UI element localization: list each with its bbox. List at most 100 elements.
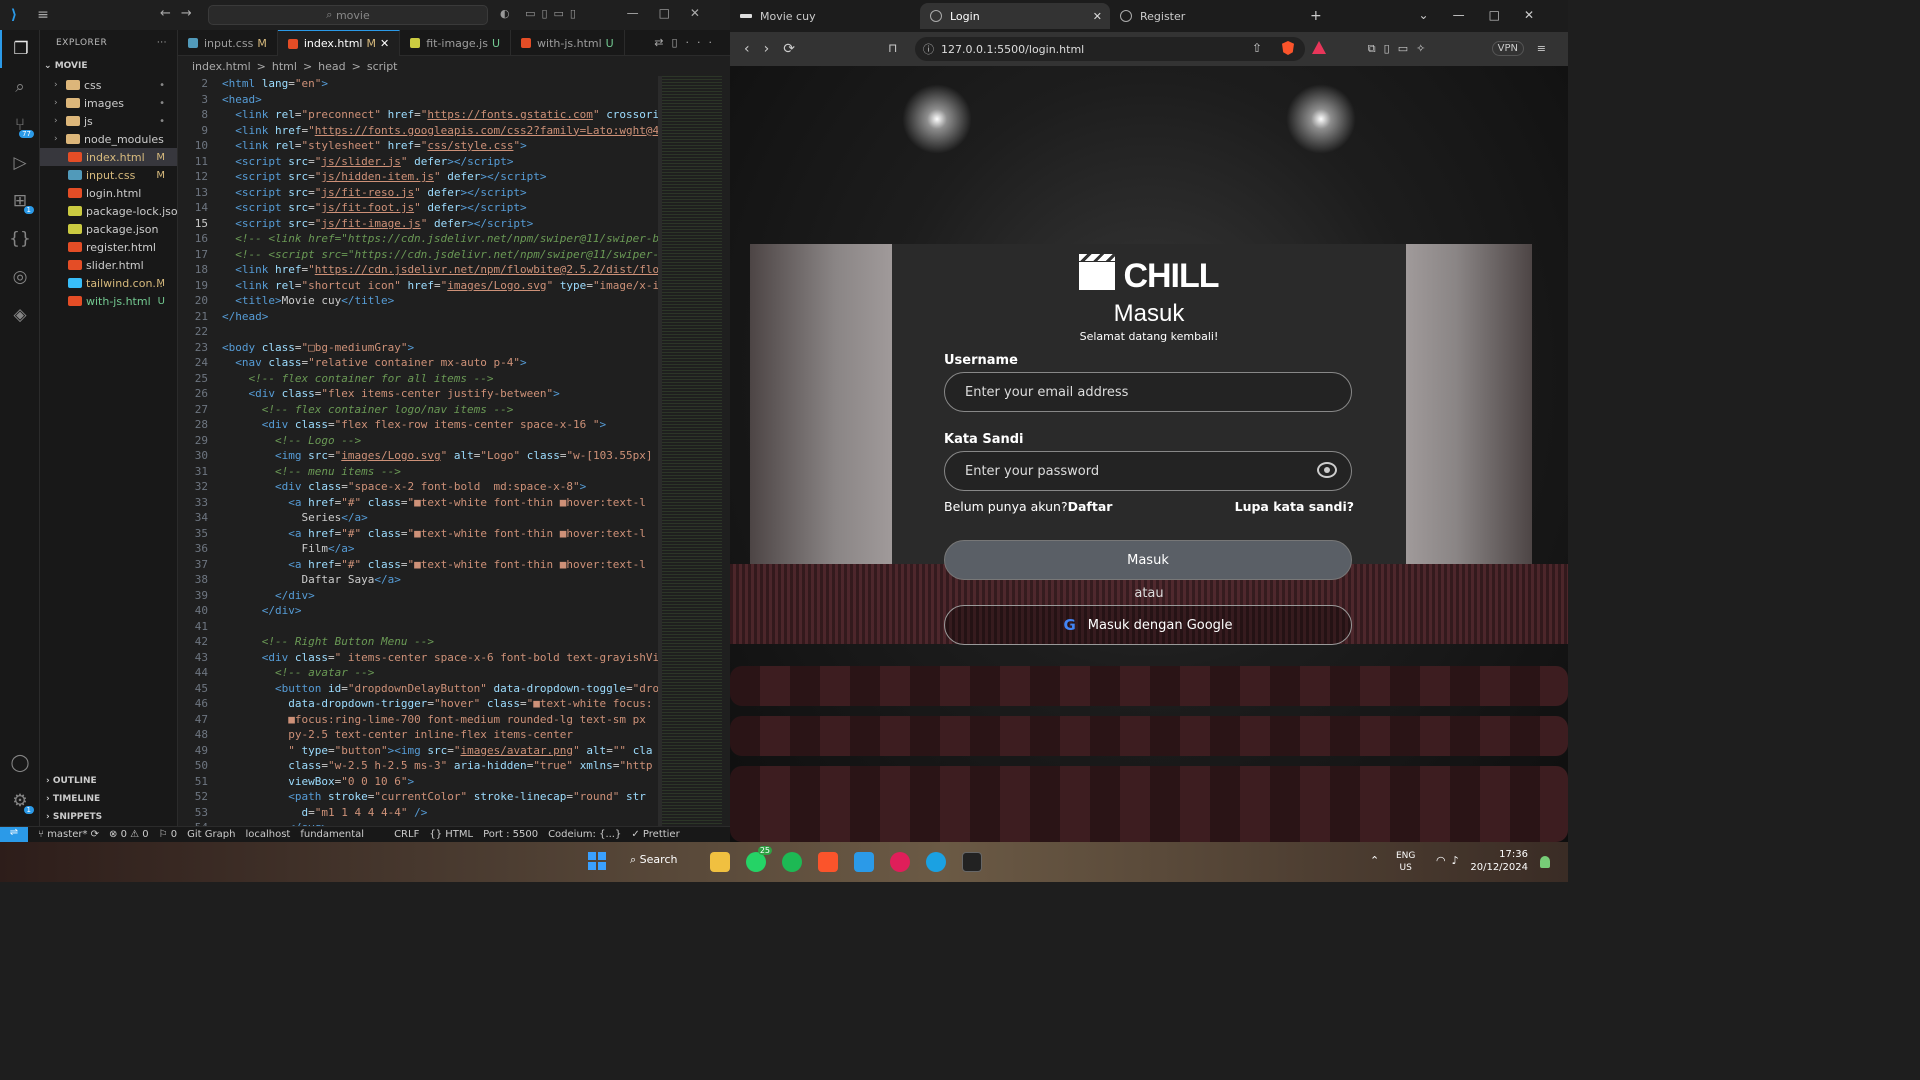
browser-toolbar-icons[interactable]: ⧉▯▭✧ ≡ [1368, 42, 1554, 56]
database-icon[interactable]: ◎ [0, 258, 40, 296]
network-volume-icons[interactable]: ◠♪ [1436, 854, 1465, 867]
share-icon[interactable]: ⇧ [1252, 41, 1262, 55]
code-line[interactable]: 20 <title>Movie cuy</title> [178, 293, 660, 309]
server-status[interactable]: localhost [245, 829, 290, 840]
breadcrumb-item[interactable]: html [272, 60, 297, 73]
explorer-item[interactable]: slider.html [40, 256, 177, 274]
code-line[interactable]: 46 data-dropdown-trigger="hover" class="… [178, 696, 660, 712]
code-line[interactable]: 35 <a href="#" class="■text-white font-t… [178, 526, 660, 542]
explorer-item[interactable]: index.html M [40, 148, 177, 166]
code-line[interactable]: 8 <link rel="preconnect" href="https://f… [178, 107, 660, 123]
nav-arrows[interactable]: ←→ [160, 6, 202, 21]
username-field[interactable]: Enter your email address [944, 372, 1352, 412]
project-root[interactable]: ⌄ MOVIE [40, 56, 177, 76]
code-line[interactable]: 14 <script src="js/fit-foot.js" defer></… [178, 200, 660, 216]
code-line[interactable]: 12 <script src="js/hidden-item.js" defer… [178, 169, 660, 185]
eye-icon[interactable] [1317, 462, 1337, 478]
layout-icons[interactable]: ◐ ▭▯▭▯ [500, 7, 582, 20]
code-line[interactable]: 11 <script src="js/slider.js" defer></sc… [178, 154, 660, 170]
code-line[interactable]: 38 Daftar Saya</a> [178, 572, 660, 588]
brave-rewards-icon[interactable] [1312, 41, 1326, 54]
code-line[interactable]: 45 <button id="dropdownDelayButton" data… [178, 681, 660, 697]
google-login-button[interactable]: G Masuk dengan Google [944, 605, 1352, 645]
command-center-search[interactable]: ⌕ movie [208, 5, 488, 25]
code-line[interactable]: 18 <link href="https://cdn.jsdelivr.net/… [178, 262, 660, 278]
explorer-item[interactable]: input.css M [40, 166, 177, 184]
remote-icon[interactable]: ⇌ [0, 826, 28, 843]
ports-status[interactable]: ⚐ 0 [159, 829, 178, 840]
code-line[interactable]: 50 class="w-2.5 h-2.5 ms-3" aria-hidden=… [178, 758, 660, 774]
git-graph-status[interactable]: Git Graph [187, 829, 235, 840]
timeline-section[interactable]: › TIMELINE [40, 790, 178, 808]
extensions-icon[interactable]: ⊞ 1 [0, 182, 40, 220]
browser-tab-register[interactable]: Register [1110, 3, 1300, 29]
code-line[interactable]: 16 <!-- <link href="https://cdn.jsdelivr… [178, 231, 660, 247]
branch-status[interactable]: ⑂ master* ⟳ [38, 829, 99, 840]
explorer-item[interactable]: login.html [40, 184, 177, 202]
settings-gear-icon[interactable]: ⚙ 1 [0, 782, 40, 820]
code-line[interactable]: 21 </head> [178, 309, 660, 325]
breadcrumb-item[interactable]: head [318, 60, 345, 73]
language-status[interactable]: {} HTML [429, 829, 473, 840]
explorer-item[interactable]: package-lock.json [40, 202, 185, 220]
tab-with-js-html[interactable]: with-js.html U [511, 30, 625, 56]
code-line[interactable]: 37 <a href="#" class="■text-white font-t… [178, 557, 660, 573]
explorer-item[interactable]: with-js.html U [40, 292, 177, 310]
editor-actions[interactable]: ⇄▯··· [654, 36, 720, 49]
code-line[interactable]: 29 <!-- Logo --> [178, 433, 660, 449]
source-control-icon[interactable]: ⑂ 77 [0, 106, 40, 144]
code-line[interactable]: 53 d="m1 1 4 4 4-4" /> [178, 805, 660, 821]
code-line[interactable]: 39 </div> [178, 588, 660, 604]
explorer-item[interactable]: register.html [40, 238, 177, 256]
explorer-icon[interactable]: ❐ [0, 30, 40, 68]
code-line[interactable]: 42 <!-- Right Button Menu --> [178, 634, 660, 650]
code-line[interactable]: 30 <img src="images/Logo.svg" alt="Logo"… [178, 448, 660, 464]
problems-status[interactable]: ⊗ 0 ⚠ 0 [109, 829, 149, 840]
close-icon[interactable]: ✕ [380, 37, 389, 50]
code-line[interactable]: 2 <html lang="en"> [178, 76, 660, 92]
codeium-status[interactable]: Codeium: {...} [548, 829, 621, 840]
layers-icon[interactable]: ◈ [0, 296, 40, 334]
minimap[interactable] [662, 76, 722, 826]
browser-window-controls[interactable]: ⌄—□✕ [1419, 8, 1558, 22]
bookmark-icon[interactable]: ⊓ [888, 41, 897, 55]
tab-fit-image-js[interactable]: fit-image.js U [400, 30, 512, 56]
code-editor[interactable]: 2 <html lang="en"> 3 <head> 8 <link rel="pre… [178, 76, 660, 826]
code-line[interactable]: 31 <!-- menu items --> [178, 464, 660, 480]
breadcrumb-item[interactable]: index.html [192, 60, 251, 73]
search-icon[interactable]: ⌕ [0, 68, 40, 106]
code-line[interactable]: 41 [178, 619, 660, 635]
whatsapp-icon[interactable]: 25 [746, 846, 772, 872]
code-line[interactable]: 24 <nav class="relative container mx-aut… [178, 355, 660, 371]
url-field[interactable]: 127.0.0.1:5500/login.html [915, 37, 1305, 61]
explorer-item[interactable]: › node_modules [40, 130, 177, 148]
code-line[interactable]: 47 ■focus:ring-lime-700 font-medium roun… [178, 712, 660, 728]
tab-index-html[interactable]: index.html M ✕ [277, 30, 401, 56]
code-line[interactable]: 52 <path stroke="currentColor" stroke-li… [178, 789, 660, 805]
code-line[interactable]: 19 <link rel="shortcut icon" href="image… [178, 278, 660, 294]
edge-icon[interactable] [926, 852, 946, 872]
code-line[interactable]: 10 <link rel="stylesheet" href="css/styl… [178, 138, 660, 154]
outline-section[interactable]: › OUTLINE [40, 772, 178, 790]
forgot-password-link[interactable]: Lupa kata sandi? [1235, 499, 1354, 514]
snippets-section[interactable]: › SNIPPETS [40, 808, 178, 826]
code-line[interactable]: 13 <script src="js/fit-reso.js" defer></… [178, 185, 660, 201]
port-status[interactable]: Port : 5500 [483, 829, 538, 840]
password-field[interactable]: Enter your password [944, 451, 1352, 491]
more-icon[interactable]: ··· [157, 38, 167, 48]
explorer-item[interactable]: › css • [40, 76, 177, 94]
terminal-icon[interactable] [962, 852, 982, 872]
code-line[interactable]: 27 <!-- flex container logo/nav items --… [178, 402, 660, 418]
spotify-icon[interactable] [782, 852, 802, 872]
breadcrumb-item[interactable]: script [367, 60, 398, 73]
tray-chevron-icon[interactable]: ⌃ [1370, 854, 1385, 867]
clock[interactable]: 17:36 20/12/2024 [1470, 848, 1528, 874]
explorer-item[interactable]: tailwind.con... M [40, 274, 177, 292]
browser-tab-movie[interactable]: Movie cuy [730, 3, 920, 29]
notification-bell-icon[interactable] [1540, 856, 1550, 868]
run-debug-icon[interactable]: ▷ [0, 144, 40, 182]
profile-status[interactable]: fundamental [300, 829, 364, 840]
browser-nav-buttons[interactable]: ‹›⟳ [744, 41, 809, 57]
json-icon[interactable]: {} [0, 220, 40, 258]
taskbar-search[interactable]: ⌕ Search [630, 853, 677, 867]
